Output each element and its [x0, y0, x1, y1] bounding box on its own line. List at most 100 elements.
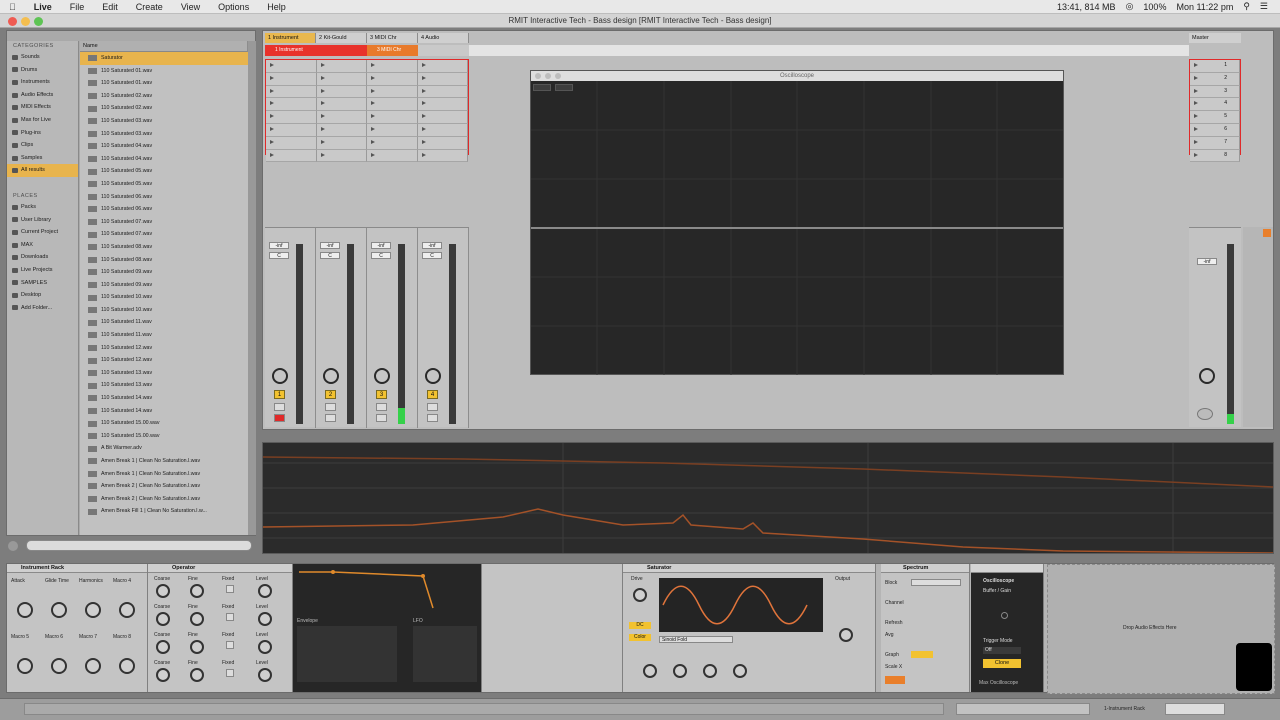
zoom-icon[interactable]	[555, 73, 561, 79]
operator-knob[interactable]	[190, 584, 204, 598]
menu-create[interactable]: Create	[127, 2, 172, 12]
clip-slot[interactable]	[316, 149, 367, 163]
clip-slot[interactable]	[367, 111, 418, 124]
track-activator-button[interactable]: 3	[376, 390, 387, 399]
clip-audio-empty[interactable]	[418, 45, 469, 56]
search-icon[interactable]: ⚲	[1243, 1, 1250, 12]
fixed-toggle[interactable]	[226, 585, 234, 593]
macro-knob[interactable]	[119, 602, 135, 618]
place-desktop[interactable]: Desktop	[7, 289, 78, 302]
category-all-results[interactable]: All results	[7, 164, 78, 177]
category-max-for-live[interactable]: Max for Live	[7, 114, 78, 127]
saturator-title[interactable]: Saturator	[623, 564, 875, 573]
saturator-knob-a[interactable]	[643, 664, 657, 678]
arm-button[interactable]	[325, 414, 336, 422]
file-item[interactable]: 110 Saturated 06.wav	[80, 191, 248, 204]
category-drums[interactable]: Drums	[7, 64, 78, 77]
file-item[interactable]: 110 Saturated 05.wav	[80, 165, 248, 178]
macro-knob[interactable]	[85, 602, 101, 618]
saturator-knob-b[interactable]	[673, 664, 687, 678]
track-volume-field[interactable]: -inf	[422, 242, 442, 249]
macro-knob[interactable]	[85, 658, 101, 674]
file-item[interactable]: 110 Saturated 13.wav	[80, 379, 248, 392]
clip-slot[interactable]	[266, 111, 317, 124]
scene-launch-button[interactable]: 4	[1190, 98, 1240, 112]
clip-slot[interactable]	[266, 123, 317, 137]
clip-slot[interactable]	[417, 60, 468, 73]
place-packs[interactable]: Packs	[7, 201, 78, 214]
saturator-knob-d[interactable]	[733, 664, 747, 678]
drive-knob[interactable]	[633, 588, 647, 602]
file-item[interactable]: 110 Saturated 02.wav	[80, 90, 248, 103]
file-item[interactable]: 110 Saturated 10.wav	[80, 304, 248, 317]
operator-knob[interactable]	[258, 584, 272, 598]
scene-launch-button[interactable]: 5	[1190, 111, 1240, 124]
track-header-3[interactable]: 3 MIDI Chr	[367, 33, 418, 43]
file-item[interactable]: 110 Saturated 09.wav	[80, 279, 248, 292]
scene-launch-button[interactable]: 2	[1190, 72, 1240, 86]
file-item[interactable]: 110 Saturated 02.wav	[80, 102, 248, 115]
saturator-knob-c[interactable]	[703, 664, 717, 678]
macro-knob[interactable]	[119, 658, 135, 674]
track-activator-button[interactable]: 4	[427, 390, 438, 399]
block-select[interactable]	[911, 579, 961, 586]
master-volume-field[interactable]: -inf	[1197, 258, 1217, 265]
operator-knob[interactable]	[258, 640, 272, 654]
clock[interactable]: Mon 11:22 pm	[1176, 2, 1233, 12]
oscilloscope-device-header[interactable]	[971, 564, 1043, 573]
track-volume-field[interactable]: -inf	[371, 242, 391, 249]
clip-slot[interactable]	[367, 60, 418, 73]
clip-slot[interactable]	[417, 72, 468, 86]
operator-knob[interactable]	[190, 640, 204, 654]
place-max[interactable]: MAX	[7, 239, 78, 252]
overview-navigator[interactable]	[956, 703, 1090, 715]
category-plugins[interactable]: Plug-ins	[7, 127, 78, 140]
track-pan-knob[interactable]	[272, 368, 288, 384]
category-audio-effects[interactable]: Audio Effects	[7, 89, 78, 102]
clip-slot[interactable]	[417, 111, 468, 124]
category-samples[interactable]: Samples	[7, 152, 78, 165]
file-item[interactable]: 110 Saturated 15.00.wav	[80, 430, 248, 443]
track-volume-field[interactable]: -inf	[269, 242, 289, 249]
file-item[interactable]: 110 Saturated 09.wav	[80, 266, 248, 279]
file-item[interactable]: 110 Saturated 12.wav	[80, 354, 248, 367]
zoom-window-button[interactable]	[34, 17, 43, 26]
file-item[interactable]: 110 Saturated 01.wav	[80, 77, 248, 90]
solo-button[interactable]	[325, 403, 336, 411]
clip-slot[interactable]	[266, 149, 317, 163]
category-instruments[interactable]: Instruments	[7, 76, 78, 89]
clip-slot[interactable]	[417, 136, 468, 150]
track-volume-field[interactable]: -inf	[320, 242, 340, 249]
track-header-2[interactable]: 2 Kit-Gould	[316, 33, 367, 43]
clip-instrument[interactable]: 1 Instrument	[265, 45, 316, 56]
browser-search-input[interactable]	[26, 540, 252, 551]
clip-slot[interactable]	[367, 149, 418, 163]
file-item[interactable]: 110 Saturated 06.wav	[80, 203, 248, 216]
clip-slot[interactable]	[266, 72, 317, 86]
menu-help[interactable]: Help	[258, 2, 295, 12]
menu-options[interactable]: Options	[209, 2, 258, 12]
operator-knob[interactable]	[156, 668, 170, 682]
dc-button[interactable]: DC	[629, 622, 651, 629]
clip-slot[interactable]	[367, 72, 418, 86]
file-item[interactable]: Amen Break Fill 1 | Clean No Saturation.…	[80, 505, 248, 518]
arm-button[interactable]	[376, 414, 387, 422]
clone-button[interactable]: Clone	[983, 659, 1021, 668]
lfo-params[interactable]	[413, 626, 477, 682]
place-samples[interactable]: SAMPLES	[7, 277, 78, 290]
macro-knob[interactable]	[51, 658, 67, 674]
fixed-toggle[interactable]	[226, 669, 234, 677]
drop-audio-effects-area[interactable]: Drop Audio Effects Here	[1047, 564, 1275, 694]
category-midi-effects[interactable]: MIDI Effects	[7, 101, 78, 114]
file-item[interactable]: 110 Saturated 03.wav	[80, 128, 248, 141]
file-item[interactable]: 110 Saturated 14.wav	[80, 392, 248, 405]
file-item[interactable]: A Bit Warmer.adv	[80, 442, 248, 455]
clip-slot[interactable]	[266, 136, 317, 150]
file-item[interactable]: 110 Saturated 10.wav	[80, 291, 248, 304]
operator-knob[interactable]	[190, 612, 204, 626]
fixed-toggle[interactable]	[226, 641, 234, 649]
instrument-rack-title[interactable]: Instrument Rack	[7, 564, 147, 573]
operator-knob[interactable]	[258, 612, 272, 626]
track-pan-knob[interactable]	[374, 368, 390, 384]
menu-edit[interactable]: Edit	[93, 2, 127, 12]
